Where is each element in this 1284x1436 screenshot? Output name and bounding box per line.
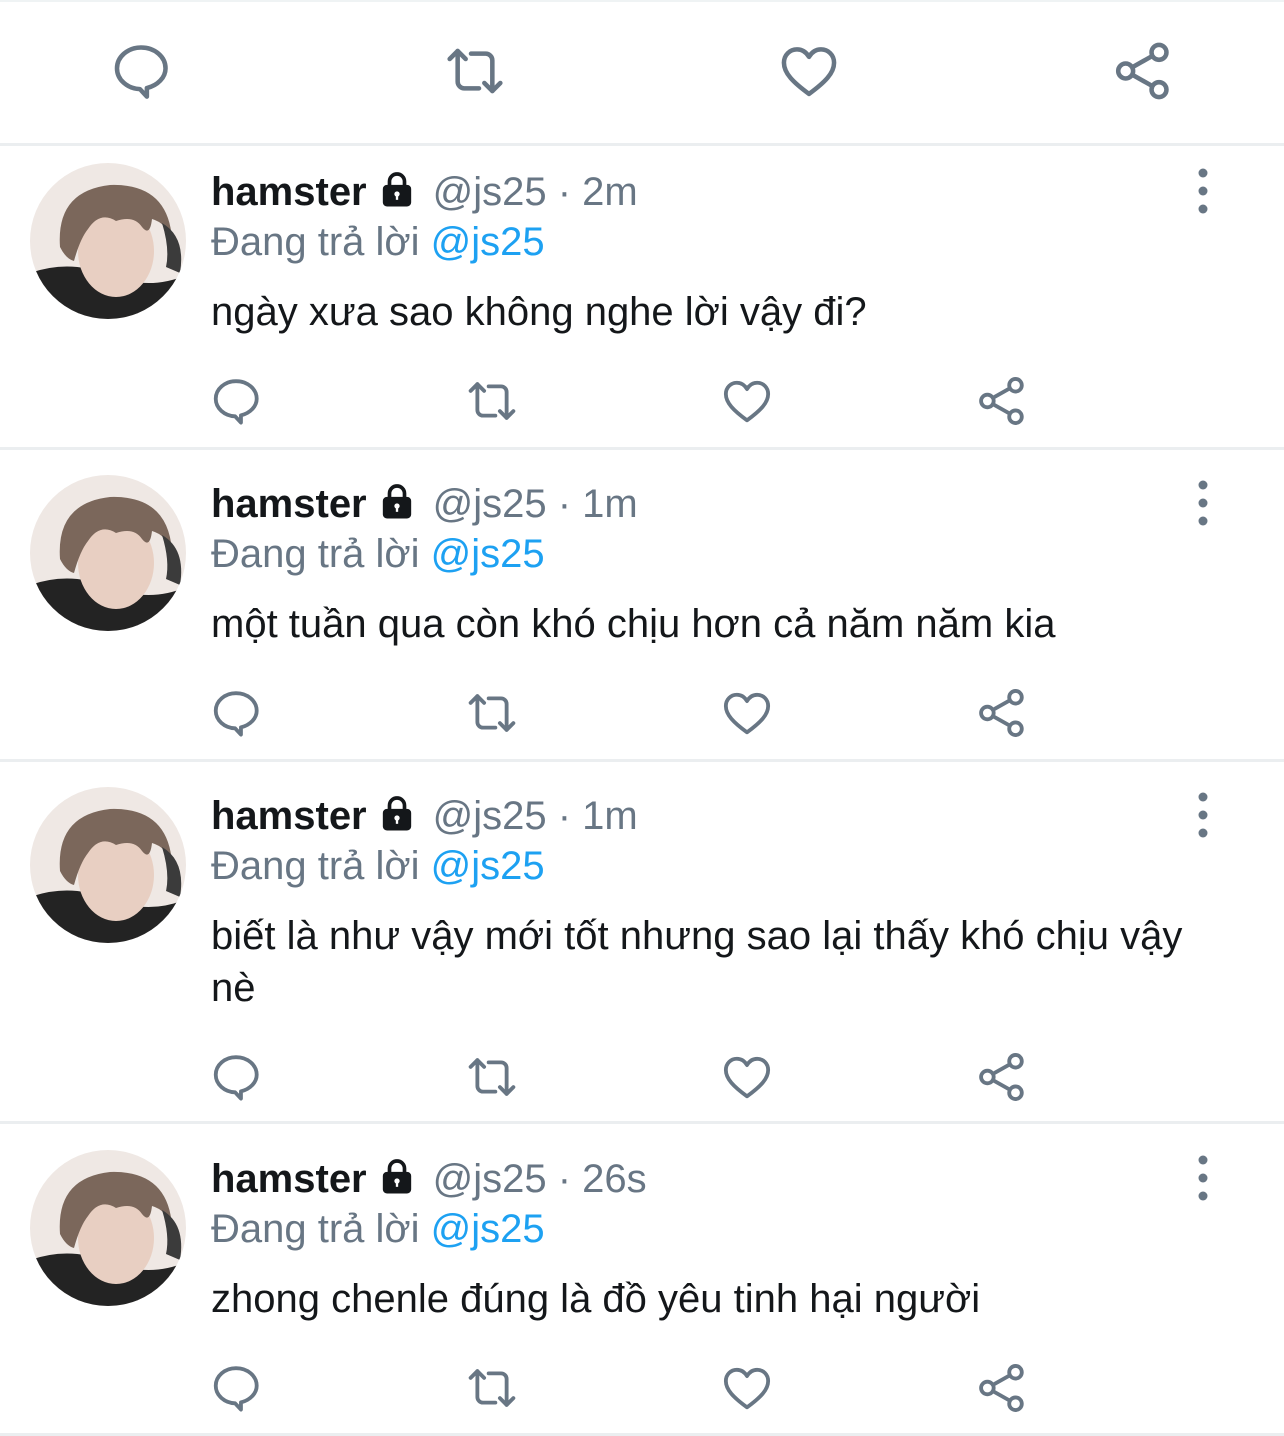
replying-to-label: Đang trả lời [211, 1207, 420, 1251]
mention-link[interactable]: @js25 [431, 844, 545, 888]
more-options-icon[interactable] [1183, 790, 1223, 840]
display-name[interactable]: hamster [211, 794, 367, 838]
lock-icon [377, 169, 417, 209]
tweet-action-bar [0, 678, 1284, 748]
lock-icon [377, 793, 417, 833]
display-name[interactable]: hamster [211, 170, 367, 214]
replying-to-label: Đang trả lời [211, 532, 420, 576]
share-icon[interactable] [972, 683, 1032, 743]
divider [0, 447, 1284, 450]
reply-icon[interactable] [206, 371, 266, 431]
handle[interactable]: @js25 [433, 170, 547, 214]
like-icon[interactable] [717, 683, 777, 743]
more-options-icon[interactable] [1183, 166, 1223, 216]
retweet-icon[interactable] [462, 371, 522, 431]
more-options-icon[interactable] [1183, 478, 1223, 528]
display-name[interactable]: hamster [211, 1157, 367, 1201]
top-border [0, 0, 1284, 2]
retweet-icon[interactable] [462, 1358, 522, 1418]
lock-icon [377, 1156, 417, 1196]
timestamp: 1m [582, 794, 638, 838]
replying-to: Đang trả lời @js25 [211, 530, 545, 578]
handle[interactable]: @js25 [433, 482, 547, 526]
avatar[interactable] [30, 1150, 186, 1306]
share-icon[interactable] [972, 1047, 1032, 1107]
mention-link[interactable]: @js25 [431, 532, 545, 576]
timestamp: 2m [582, 170, 638, 214]
tweet-header: hamster @js25 · 2m [211, 169, 638, 214]
tweet-text: một tuần qua còn khó chịu hơn cả năm năm… [211, 602, 1056, 646]
tweet[interactable]: hamster @js25 · 1m Đang trả lời @js25 biế… [0, 770, 1284, 1120]
tweet-text: ngày xưa sao không nghe lời vậy đi? [211, 290, 867, 334]
display-name[interactable]: hamster [211, 482, 367, 526]
like-icon[interactable] [717, 1047, 777, 1107]
share-icon[interactable] [972, 371, 1032, 431]
like-icon[interactable] [717, 1358, 777, 1418]
tweet-text: biết là như vậy mới tốt nhưng sao lại th… [211, 914, 1183, 1010]
handle[interactable]: @js25 [433, 1157, 547, 1201]
tweet-action-bar [0, 366, 1284, 436]
replying-to: Đang trả lời @js25 [211, 218, 545, 266]
tweet[interactable]: hamster @js25 · 26s Đang trả lời @js25 zh… [0, 1133, 1284, 1433]
lock-icon [377, 481, 417, 521]
tweet-header: hamster @js25 · 1m [211, 793, 638, 838]
top-action-bar [0, 36, 1284, 106]
reply-icon[interactable] [206, 1047, 266, 1107]
retweet-icon[interactable] [462, 683, 522, 743]
reply-icon[interactable] [106, 36, 176, 106]
tweet[interactable]: hamster @js25 · 1m Đang trả lời @js25 một… [0, 458, 1284, 758]
like-icon[interactable] [717, 371, 777, 431]
replying-to: Đang trả lời @js25 [211, 1205, 545, 1253]
handle[interactable]: @js25 [433, 794, 547, 838]
tweet[interactable]: hamster @js25 · 2m Đang trả lời @js25 ngà… [0, 146, 1284, 446]
avatar[interactable] [30, 163, 186, 319]
tweet-header: hamster @js25 · 1m [211, 481, 638, 526]
tweet-text: zhong chenle đúng là đồ yêu tinh hại ngư… [211, 1277, 981, 1321]
tweet-header: hamster @js25 · 26s [211, 1156, 647, 1201]
tweet-action-bar [0, 1042, 1284, 1112]
avatar[interactable] [30, 475, 186, 631]
retweet-icon[interactable] [462, 1047, 522, 1107]
divider [0, 759, 1284, 762]
reply-icon[interactable] [206, 683, 266, 743]
divider [0, 1121, 1284, 1124]
replying-to: Đang trả lời @js25 [211, 842, 545, 890]
mention-link[interactable]: @js25 [431, 220, 545, 264]
replying-to-label: Đang trả lời [211, 844, 420, 888]
reply-icon[interactable] [206, 1358, 266, 1418]
mention-link[interactable]: @js25 [431, 1207, 545, 1251]
timestamp: 26s [582, 1157, 647, 1201]
replying-to-label: Đang trả lời [211, 220, 420, 264]
share-icon[interactable] [1108, 36, 1178, 106]
tweet-action-bar [0, 1353, 1284, 1423]
avatar[interactable] [30, 787, 186, 943]
like-icon[interactable] [774, 36, 844, 106]
retweet-icon[interactable] [440, 36, 510, 106]
more-options-icon[interactable] [1183, 1153, 1223, 1203]
share-icon[interactable] [972, 1358, 1032, 1418]
timestamp: 1m [582, 482, 638, 526]
